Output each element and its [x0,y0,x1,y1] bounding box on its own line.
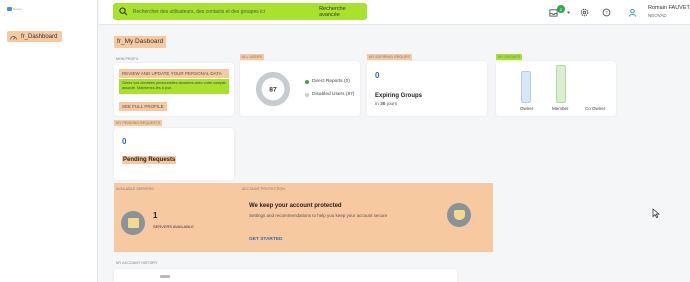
search-icon [119,7,128,16]
legend-label: Disabled Users (87) [312,92,355,97]
profile-section-label: MON PROFIL [116,57,139,61]
sidebar: Nexus fr_Dashboard [0,0,98,282]
servers-count: 1 [153,211,158,220]
gear-icon[interactable] [580,8,589,17]
page-title: fr_My Dasboard [114,36,167,48]
shield-icon [447,203,471,227]
app-logo[interactable]: Nexus [7,7,22,11]
users-donut-chart: 87 [255,71,291,107]
protection-description: Settings and recommendations to help you… [249,213,388,218]
topbar: Rechercher des utilisateurs, des contact… [99,0,690,25]
pending-requests-section-label: MY PENDING REQUESTS [114,120,163,126]
sidebar-item-dashboard[interactable]: fr_Dashboard [7,31,62,42]
all-users-card: 87 [240,61,360,116]
protection-section-label: ACCOUNT PROTECTION [242,187,285,191]
expiring-groups-section-label: MY EXPIRING GROUPS [367,54,412,60]
all-users-section-label: ALL USERS [240,54,265,60]
legend-label: Direct Reports (0) [312,79,350,84]
help-chat-icon[interactable]: ? [602,8,611,17]
expiring-groups-count: 0 [375,71,380,80]
period-suffix: jours [386,102,398,107]
period-value: 30 [380,102,386,107]
profile-description: Gérez vos données personnelles stockées … [119,79,229,94]
bar-label: Co Owner [585,106,606,111]
advanced-search-link[interactable]: Recherche avancée [319,6,367,18]
expiring-groups-period: in 30 jours [375,102,397,107]
user-organization: NEOVAD [648,13,667,18]
pending-requests-count: 0 [122,137,127,146]
legend-dot-green [305,79,309,84]
review-personal-data-link[interactable]: REVIEW AND UPDATE YOUR PERSONAL DATA [119,69,229,78]
search-bar[interactable]: Rechercher des utilisateurs, des contact… [113,3,367,20]
expiring-groups-card[interactable] [367,61,487,116]
logo-mark-icon [7,7,12,11]
period-prefix: in [375,102,379,107]
mouse-cursor-icon [652,208,660,218]
servers-section-label: AVAILABLE SERVERS [116,187,154,191]
logo-text: Nexus [13,7,22,11]
pending-requests-label: Pending Requests [122,156,177,164]
get-started-link[interactable]: GET STARTED [249,237,283,242]
bar-label: Owner [520,106,534,111]
sidebar-item-label: fr_Dashboard [21,33,58,40]
bar-label: Member [552,106,569,111]
server-icon [121,211,145,235]
dashboard-gauge-icon [10,35,17,40]
expiring-groups-label: Expiring Groups [375,93,423,99]
chevron-down-icon[interactable] [566,8,571,17]
user-name[interactable]: Romain FAUVET [648,5,690,11]
search-input[interactable]: Rechercher des utilisateurs, des contact… [133,9,319,15]
notification-badge: 0 [557,5,565,13]
legend-disabled-users: Disabled Users (87) [305,92,354,97]
servers-label: SERVERS AVAILABLE [153,224,194,229]
bar-member [556,65,566,103]
legend-dot-gray [305,92,309,97]
users-total: 87 [269,86,277,93]
legend-direct-reports: Direct Reports (0) [305,79,350,84]
protection-title: We keep your account protected [249,203,342,209]
history-section-label: MY ACCOUNT HISTORY [116,261,158,265]
my-groups-section-label: MY GROUPS [496,54,523,60]
see-full-profile-link[interactable]: SEE FULL PROFILE [119,102,167,111]
bar-owner [521,71,531,103]
history-card [114,269,457,282]
history-placeholder-tag [160,275,170,278]
pending-requests-card[interactable] [114,128,234,180]
svg-text:?: ? [605,10,608,15]
user-avatar-icon[interactable] [628,8,637,17]
